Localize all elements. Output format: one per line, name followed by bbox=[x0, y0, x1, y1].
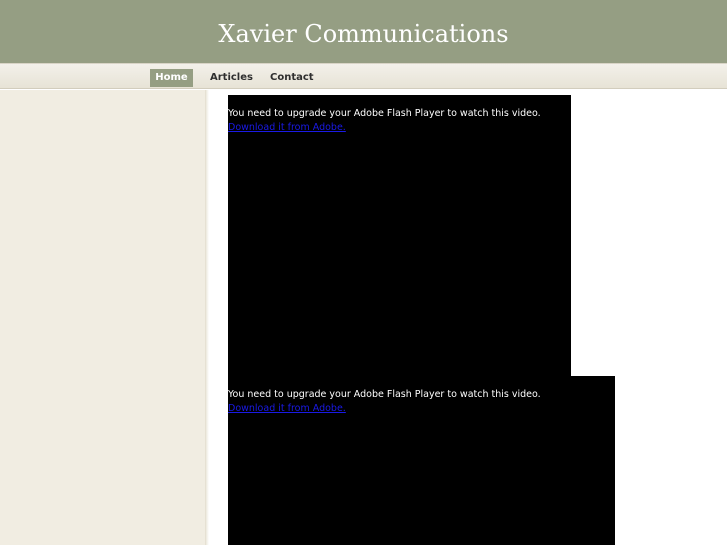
site-title: Xavier Communications bbox=[218, 20, 509, 48]
flash-upgrade-message: You need to upgrade your Adobe Flash Pla… bbox=[228, 108, 541, 119]
download-flash-link[interactable]: Download it from Adobe. bbox=[228, 122, 346, 134]
download-flash-link[interactable]: Download it from Adobe. bbox=[228, 403, 346, 415]
nav-articles-link[interactable]: Articles bbox=[210, 69, 253, 87]
nav-contact-link[interactable]: Contact bbox=[270, 69, 314, 87]
flash-upgrade-message: You need to upgrade your Adobe Flash Pla… bbox=[228, 389, 541, 400]
main-nav: Home Articles Contact bbox=[0, 63, 727, 89]
sidebar bbox=[0, 90, 206, 545]
nav-home-link[interactable]: Home bbox=[150, 69, 193, 87]
site-header: Xavier Communications bbox=[0, 0, 727, 63]
sidebar-divider bbox=[206, 90, 209, 545]
video-player-1[interactable]: You need to upgrade your Adobe Flash Pla… bbox=[228, 95, 571, 376]
video-player-2[interactable]: You need to upgrade your Adobe Flash Pla… bbox=[228, 376, 615, 545]
